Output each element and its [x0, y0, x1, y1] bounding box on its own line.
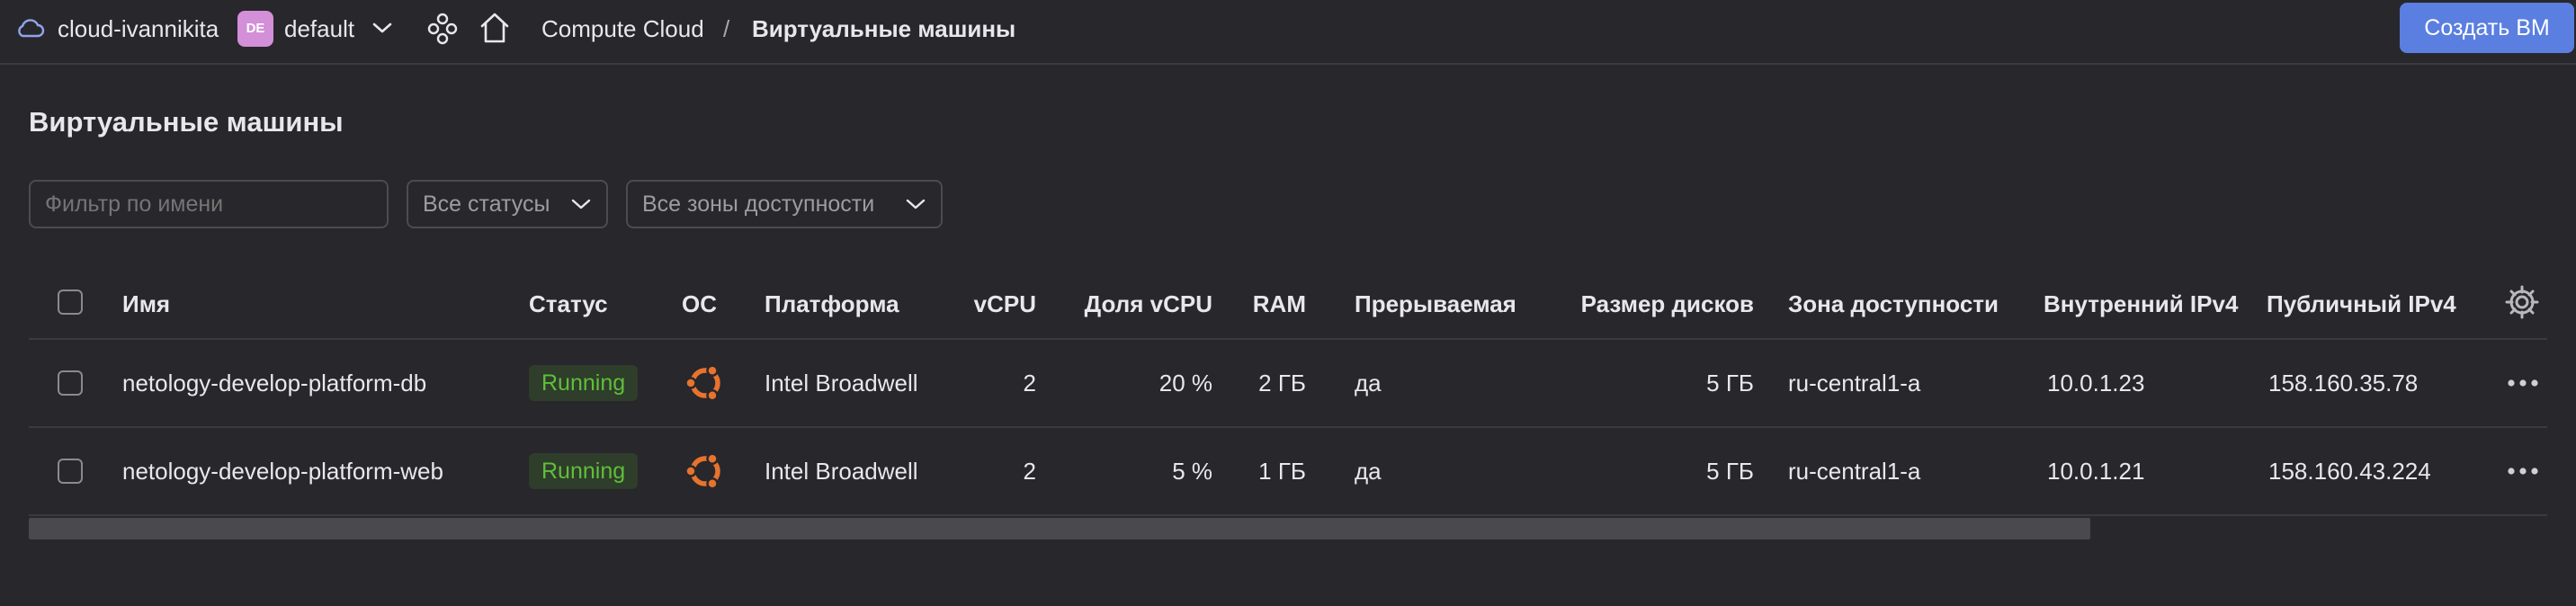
breadcrumb-separator: /: [723, 15, 730, 42]
vm-platform: Intel Broadwell: [765, 370, 918, 397]
status-filter-value: Все статусы: [423, 192, 550, 217]
status-badge: Running: [529, 453, 639, 489]
zone-filter-value: Все зоны доступности: [642, 192, 875, 217]
vm-public-ip[interactable]: 158.160.35.78: [2268, 367, 2418, 399]
vm-name[interactable]: netology-develop-platform-web: [122, 455, 443, 487]
select-all-checkbox[interactable]: [58, 290, 83, 315]
vm-ram: 2 ГБ: [1258, 370, 1306, 397]
ubuntu-icon: [684, 364, 720, 402]
ubuntu-icon: [684, 452, 720, 490]
vm-internal-ip: 10.0.1.21: [2047, 458, 2145, 485]
column-header-platform[interactable]: Платформа: [765, 288, 899, 320]
column-header-preemptible[interactable]: Прерываемая: [1355, 288, 1516, 320]
status-badge: Running: [529, 365, 639, 401]
name-filter-input[interactable]: [29, 180, 389, 228]
home-icon[interactable]: [479, 11, 511, 45]
column-header-status[interactable]: Статус: [529, 288, 608, 320]
vm-zone: ru-central1-a: [1788, 458, 1921, 485]
table-header: Имя Статус ОС Платформа vCPU Доля vCPU R…: [29, 270, 2547, 340]
chevron-down-icon: [571, 199, 591, 209]
breadcrumb-current: Виртуальные машины: [752, 15, 1016, 42]
column-header-internal-ip[interactable]: Внутренний IPv4: [2044, 288, 2238, 320]
column-header-name[interactable]: Имя: [122, 288, 170, 320]
vm-vcpu: 2: [1023, 458, 1036, 485]
vm-ram: 1 ГБ: [1258, 458, 1306, 485]
vm-disk-size: 5 ГБ: [1706, 370, 1754, 397]
column-header-disk-size[interactable]: Размер дисков: [1558, 288, 1754, 320]
vm-vcpu-share: 5 %: [1172, 458, 1212, 485]
row-checkbox[interactable]: [58, 370, 83, 396]
folder-avatar: DE: [237, 11, 273, 47]
zone-filter-select[interactable]: Все зоны доступности: [626, 180, 943, 228]
chevron-down-icon[interactable]: [371, 20, 394, 36]
more-actions-icon[interactable]: [2506, 457, 2540, 486]
more-actions-icon[interactable]: [2506, 369, 2540, 397]
row-checkbox[interactable]: [58, 459, 83, 484]
vm-disk-size: 5 ГБ: [1706, 458, 1754, 485]
horizontal-scrollbar[interactable]: [29, 518, 2090, 539]
column-header-zone[interactable]: Зона доступности: [1788, 288, 1999, 320]
top-bar: cloud-ivannikita DE default Compute Clou…: [0, 0, 2576, 65]
create-vm-button[interactable]: Создать ВМ: [2400, 3, 2574, 53]
column-header-public-ip[interactable]: Публичный IPv4: [2267, 288, 2456, 320]
cloud-name[interactable]: cloud-ivannikita: [58, 13, 219, 45]
vm-platform: Intel Broadwell: [765, 458, 918, 485]
vm-preemptible: да: [1355, 458, 1382, 485]
gear-icon[interactable]: [2504, 284, 2540, 320]
vm-vcpu-share: 20 %: [1158, 370, 1212, 397]
vm-name[interactable]: netology-develop-platform-db: [122, 367, 426, 399]
vm-preemptible: да: [1355, 370, 1382, 397]
vm-public-ip[interactable]: 158.160.43.224: [2268, 455, 2431, 487]
vm-zone: ru-central1-a: [1788, 370, 1921, 397]
table-row[interactable]: netology-develop-platform-db Running Int…: [29, 340, 2547, 428]
column-header-os[interactable]: ОС: [682, 288, 717, 320]
column-header-vcpu[interactable]: vCPU: [928, 288, 1036, 320]
column-header-vcpu-share[interactable]: Доля vCPU: [1054, 288, 1212, 320]
chevron-down-icon: [906, 199, 926, 209]
column-header-ram[interactable]: RAM: [1234, 288, 1306, 320]
services-icon[interactable]: [426, 13, 459, 45]
breadcrumb-service[interactable]: Compute Cloud: [541, 13, 704, 45]
vm-internal-ip: 10.0.1.23: [2047, 370, 2145, 397]
table-row[interactable]: netology-develop-platform-web Running In…: [29, 428, 2547, 516]
vm-vcpu: 2: [1023, 370, 1036, 397]
cloud-icon: [18, 19, 45, 38]
folder-name[interactable]: default: [284, 13, 354, 45]
status-filter-select[interactable]: Все статусы: [407, 180, 608, 228]
page-title: Виртуальные машины: [29, 106, 344, 138]
